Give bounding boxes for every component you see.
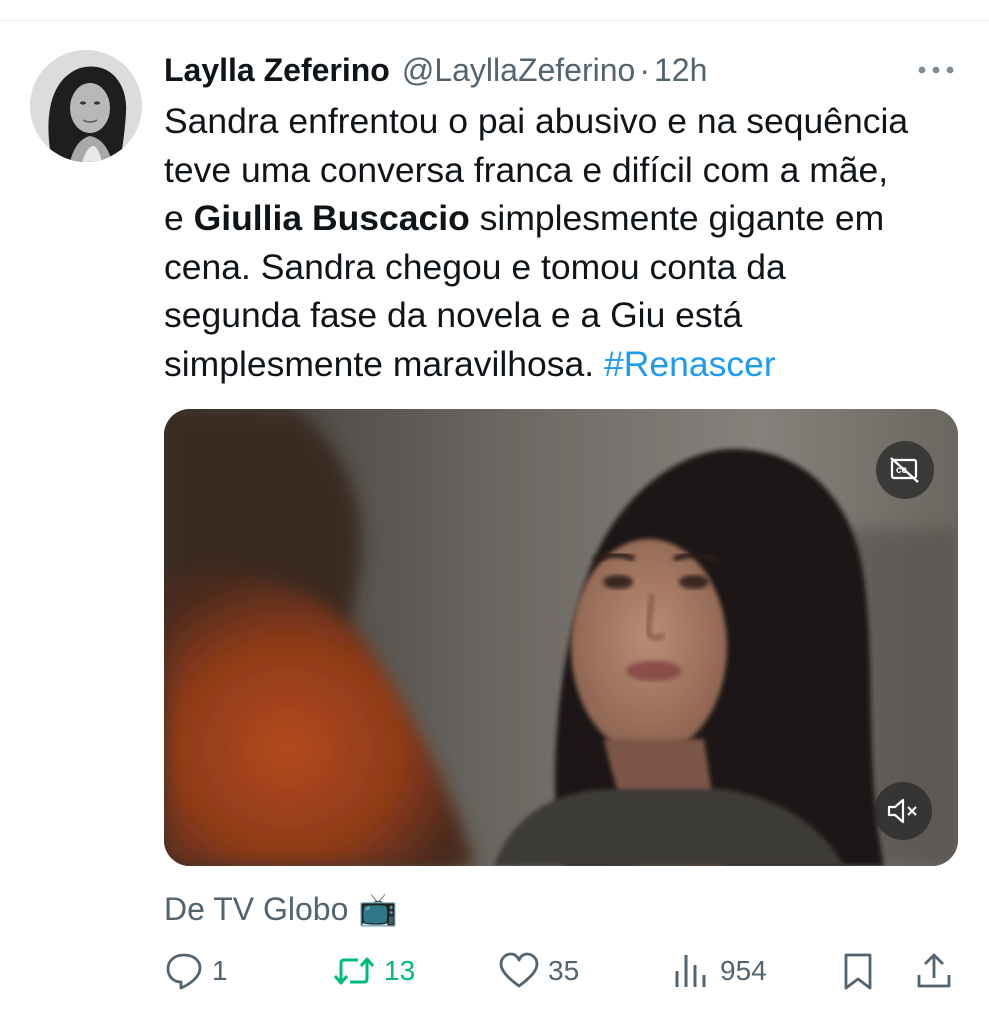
text-segment: simplesmente maravilhosa. (164, 343, 604, 384)
reply-button[interactable]: 1 (164, 944, 228, 998)
text-segment: teve uma conversa franca e difícil com a… (164, 149, 889, 190)
author-display-name[interactable]: Laylla Zeferino (164, 52, 390, 89)
text-segment: cena. Sandra chegou e tomou conta da (164, 246, 786, 287)
tweet-source[interactable]: De TV Globo 📺 (164, 886, 398, 932)
share-icon (917, 953, 951, 988)
more-horizontal-icon (918, 66, 954, 74)
captions-off-icon: cc (890, 457, 919, 483)
top-divider (0, 20, 989, 21)
tweet-header: Laylla Zeferino @LayllaZeferino · 12h (164, 48, 964, 92)
tweet-actions: 1 13 35 954 (164, 944, 964, 998)
speaker-muted-icon (887, 798, 917, 824)
tweet-text-line: simplesmente maravilhosa. #Renascer (164, 340, 964, 389)
retweet-button[interactable]: 13 (332, 944, 415, 998)
views-button[interactable]: 954 (672, 944, 767, 998)
header-separator: · (639, 51, 650, 88)
heart-icon (499, 952, 539, 988)
unmute-button[interactable] (874, 782, 932, 840)
reply-icon (166, 953, 202, 990)
bookmark-icon (844, 953, 872, 990)
text-segment: e (164, 198, 194, 239)
avatar[interactable] (30, 50, 142, 162)
tv-icon: 📺 (358, 891, 399, 927)
share-button[interactable] (914, 944, 954, 998)
more-options-button[interactable] (912, 52, 960, 88)
tweet-text: Sandra enfrentou o pai abusivo e na sequ… (164, 97, 964, 389)
like-count: 35 (548, 955, 580, 986)
bold-mention: Giullia Buscacio (193, 198, 470, 239)
hashtag-link[interactable]: #Renascer (604, 344, 776, 384)
tweet-text-line: cena. Sandra chegou e tomou conta da (164, 243, 964, 292)
avatar-image (30, 50, 142, 162)
tweet-text-line: e Giullia Buscacio simplesmente gigante … (164, 194, 964, 243)
captions-button[interactable]: cc (876, 441, 934, 499)
reply-count: 1 (212, 955, 228, 986)
views-bar-icon (675, 955, 706, 987)
retweet-count: 13 (384, 955, 416, 986)
text-segment: simplesmente gigante em (469, 198, 885, 239)
tweet-text-line: teve uma conversa franca e difícil com a… (164, 146, 964, 195)
video-player[interactable]: cc (164, 409, 958, 866)
retweet-icon (333, 957, 375, 985)
text-segment: Sandra enfrentou o pai abusivo e na sequ… (164, 101, 909, 141)
tweet-text-line: Sandra enfrentou o pai abusivo e na sequ… (164, 97, 964, 146)
tweet-timestamp[interactable]: 12h (654, 52, 707, 89)
view-count: 954 (720, 955, 767, 986)
video-frame (164, 409, 958, 866)
bookmark-button[interactable] (840, 944, 876, 998)
like-button[interactable]: 35 (498, 944, 579, 998)
text-segment: segunda fase da novela e a Giu está (164, 295, 743, 336)
source-label: De TV Globo (164, 890, 349, 927)
tweet-text-line: segunda fase da novela e a Giu está (164, 291, 964, 340)
author-handle[interactable]: @LayllaZeferino (402, 52, 635, 89)
